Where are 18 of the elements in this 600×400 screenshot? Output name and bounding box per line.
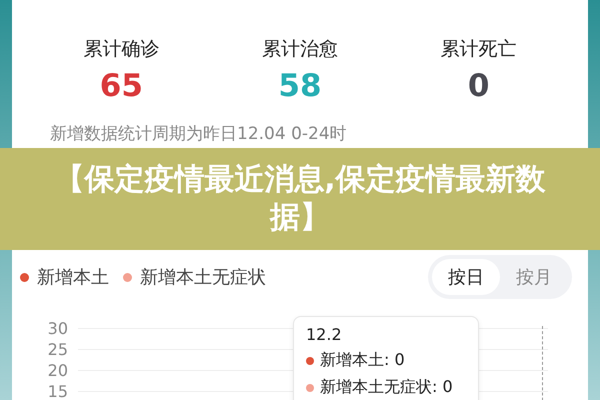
segment-tab[interactable]: 按日 [432, 259, 500, 295]
tooltip-title: 12.2 [306, 325, 343, 344]
headline: 【保定疫情最近消息,保定疫情最新数据】 [53, 161, 547, 237]
tooltip-value: 新增本土无症状: 0 [320, 377, 453, 398]
axis-label: 30 [46, 319, 69, 338]
tooltip-value: 新增本土: 0 [320, 350, 405, 371]
period-note: 新增数据统计周期为昨日12.04 0-24时 [50, 123, 348, 145]
stat-label: 累计死亡 [440, 37, 518, 62]
stat-label: 累计治愈 [260, 37, 339, 62]
stat-label: 累计确诊 [82, 37, 160, 62]
axis-label: 15 [46, 382, 69, 400]
axis-label: 20 [46, 361, 69, 380]
axis-label: 25 [46, 340, 69, 359]
stat-value: 58 [277, 68, 323, 104]
stat-value: 65 [98, 68, 144, 104]
legend-label: 新增本土 [37, 266, 109, 289]
legend-label: 新增本土无症状 [140, 266, 266, 289]
stat-value: 0 [466, 68, 490, 104]
